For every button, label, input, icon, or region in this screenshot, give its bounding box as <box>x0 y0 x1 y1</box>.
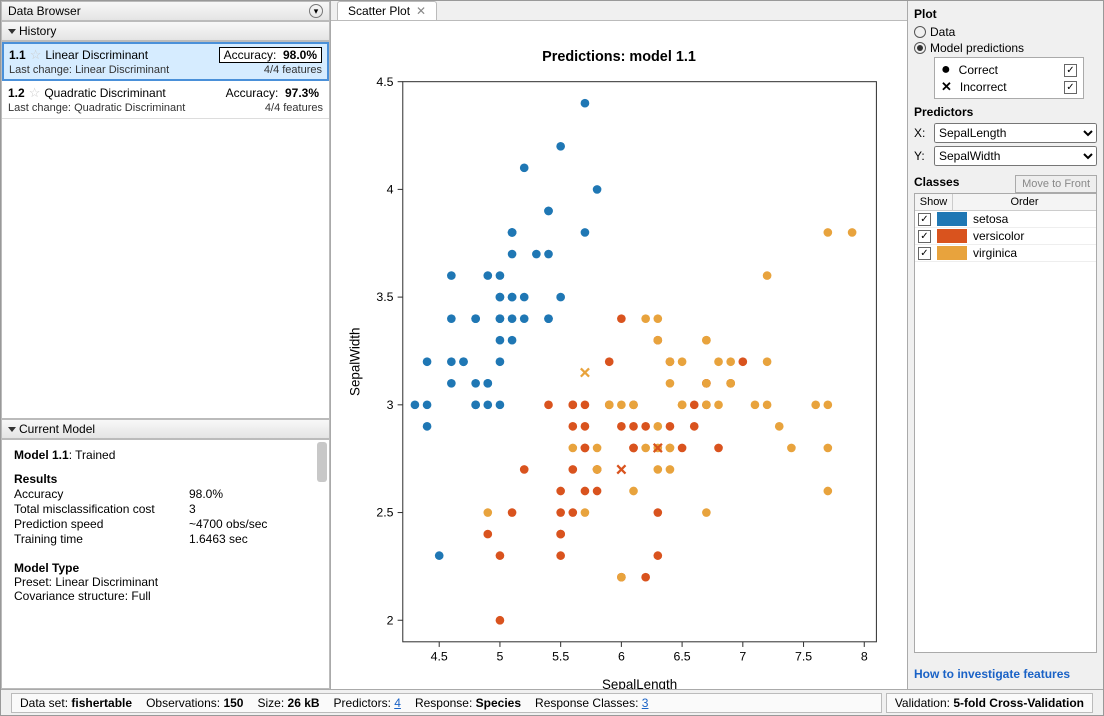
predictors-title: Predictors <box>914 105 1097 119</box>
svg-text:2: 2 <box>387 613 394 627</box>
svg-text:5.5: 5.5 <box>552 649 569 663</box>
close-icon[interactable]: ✕ <box>416 4 426 18</box>
svg-text:SepalWidth: SepalWidth <box>348 328 363 396</box>
prediction-legend: ●Correct✓ ✕Incorrect✓ <box>934 57 1084 99</box>
history-list: 1.1 ☆ Linear DiscriminantAccuracy: 98.0%… <box>1 41 330 419</box>
class-row-setosa[interactable]: ✓setosa <box>915 211 1096 228</box>
svg-text:6.5: 6.5 <box>674 649 691 663</box>
response-classes-link[interactable]: 3 <box>642 696 649 710</box>
current-model-header[interactable]: Current Model <box>1 419 330 439</box>
plot-section-title: Plot <box>914 7 1097 21</box>
svg-text:Predictions: model 1.1: Predictions: model 1.1 <box>542 49 696 65</box>
svg-text:5: 5 <box>496 649 503 663</box>
x-predictor-select[interactable]: SepalLength <box>934 123 1097 143</box>
history-header[interactable]: History <box>1 21 330 41</box>
move-to-front-button[interactable]: Move to Front <box>1015 175 1097 193</box>
model-cov: Covariance structure: Full <box>14 589 317 603</box>
scatter-chart: Predictions: model 1.1 4.5 5 5.5 6 6.5 7 7.5 8 2 2… <box>341 39 897 689</box>
chevron-down-icon <box>8 29 16 34</box>
svg-text:7.5: 7.5 <box>795 649 812 663</box>
svg-text:2.5: 2.5 <box>376 506 393 520</box>
checkbox-correct[interactable]: ✓ <box>1064 64 1077 77</box>
star-icon[interactable]: ☆ <box>30 47 42 63</box>
data-browser-header: Data Browser ▾ <box>1 1 330 21</box>
svg-text:SepalLength: SepalLength <box>602 677 677 689</box>
class-show-checkbox[interactable]: ✓ <box>918 213 931 226</box>
history-item-1.2[interactable]: 1.2 ☆ Quadratic DiscriminantAccuracy: 97… <box>2 81 329 119</box>
chevron-down-icon <box>8 427 16 432</box>
svg-text:4.5: 4.5 <box>431 649 448 663</box>
class-row-virginica[interactable]: ✓virginica <box>915 245 1096 262</box>
scrollbar[interactable] <box>317 442 327 686</box>
class-row-versicolor[interactable]: ✓versicolor <box>915 228 1096 245</box>
model-preset: Preset: Linear Discriminant <box>14 575 317 589</box>
tab-scatter-plot[interactable]: Scatter Plot ✕ <box>337 1 437 20</box>
checkbox-incorrect[interactable]: ✓ <box>1064 81 1077 94</box>
svg-text:4: 4 <box>387 183 394 197</box>
svg-text:8: 8 <box>861 649 868 663</box>
class-show-checkbox[interactable]: ✓ <box>918 247 931 260</box>
collapse-icon[interactable]: ▾ <box>309 4 323 18</box>
radio-model-predictions[interactable]: Model predictions <box>914 41 1097 55</box>
help-link[interactable]: How to investigate features <box>914 667 1097 681</box>
svg-text:7: 7 <box>739 649 746 663</box>
svg-text:6: 6 <box>618 649 625 663</box>
current-model-panel: Model 1.1: Trained Results Accuracy98.0%… <box>1 439 330 689</box>
classes-title: Classes <box>914 175 959 189</box>
history-item-1.1[interactable]: 1.1 ☆ Linear DiscriminantAccuracy: 98.0%… <box>2 42 329 81</box>
svg-text:3.5: 3.5 <box>376 290 393 304</box>
classes-table: ShowOrder ✓setosa✓versicolor✓virginica <box>914 193 1097 653</box>
svg-text:3: 3 <box>387 398 394 412</box>
svg-text:4.5: 4.5 <box>376 75 393 89</box>
star-icon[interactable]: ☆ <box>29 85 41 101</box>
status-bar: Data set: fishertable Observations: 150 … <box>1 689 1103 715</box>
radio-data[interactable]: Data <box>914 25 1097 39</box>
y-predictor-select[interactable]: SepalWidth <box>934 146 1097 166</box>
class-show-checkbox[interactable]: ✓ <box>918 230 931 243</box>
predictors-link[interactable]: 4 <box>394 696 401 710</box>
